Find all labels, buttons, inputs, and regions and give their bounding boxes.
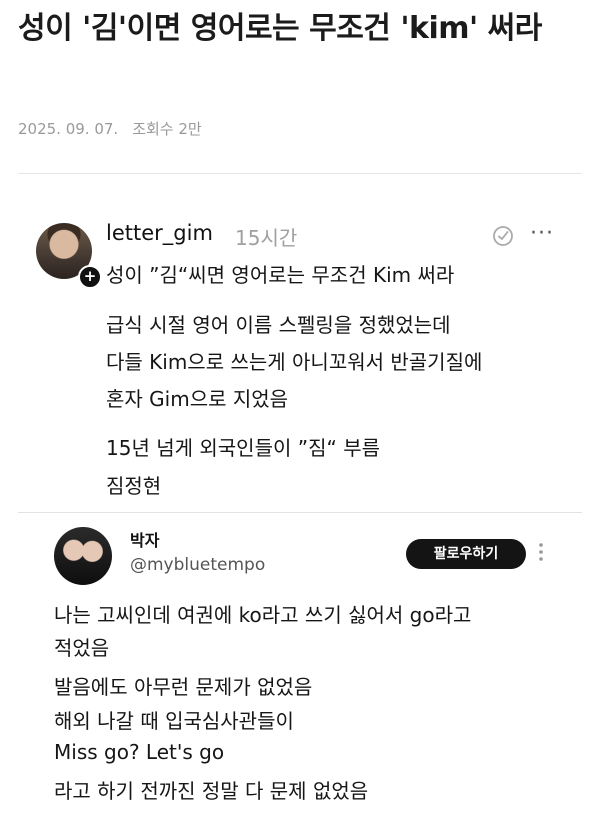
thread-line: 짐정현 (106, 474, 162, 498)
tweet-line: 발음에도 아무런 문제가 없었음 (54, 675, 313, 699)
tweet-line: 라고 하기 전까진 정말 다 문제 없었음 (54, 779, 369, 803)
kebab-menu-icon[interactable] (538, 541, 544, 563)
thread-line: 15년 넘게 외국인들이 ”짐“ 부름 (106, 436, 381, 460)
follow-button[interactable]: 팔로우하기 (406, 539, 526, 569)
display-name[interactable]: 박자 (130, 527, 159, 551)
verified-icon[interactable] (492, 225, 514, 247)
thread-line: 급식 시절 영어 이름 스펠링을 정했었는데 (106, 313, 451, 337)
thread-line: 성이 ”김“씨면 영어로는 무조건 Kim 써라 (106, 263, 455, 287)
thread-post: + letter_gim 15시간 ··· 성이 ”김“씨면 영어로는 무조건 … (0, 195, 600, 515)
quoted-tweet: 박자 @mybluetempo 팔로우하기 나는 고씨인데 여권에 ko라고 쓰… (18, 512, 582, 813)
article-title: 성이 '김'이면 영어로는 무조건 'kim' 써라 (18, 11, 542, 46)
thread-line: 혼자 Gim으로 지었음 (106, 387, 289, 411)
post-time: 15시간 (235, 226, 298, 250)
divider (18, 173, 582, 174)
tweet-line: Miss go? Let's go (54, 740, 225, 764)
username[interactable]: letter_gim (106, 221, 213, 245)
user-handle[interactable]: @mybluetempo (130, 555, 265, 575)
avatar[interactable] (54, 527, 112, 585)
article-date: 2025. 09. 07. (18, 120, 119, 138)
tweet-line: 적었음 (54, 636, 110, 660)
follow-plus-icon[interactable]: + (78, 265, 102, 289)
tweet-line: 해외 나갈 때 입국심사관들이 (54, 709, 294, 733)
tweet-line: 나는 고씨인데 여권에 ko라고 쓰기 싫어서 go라고 (54, 603, 472, 627)
article-meta: 2025. 09. 07. 조회수 2만 (18, 118, 202, 139)
view-count: 조회수 2만 (132, 120, 202, 138)
thread-line: 다들 Kim으로 쓰는게 아니꼬워서 반골기질에 (106, 350, 483, 374)
more-icon[interactable]: ··· (530, 221, 554, 246)
